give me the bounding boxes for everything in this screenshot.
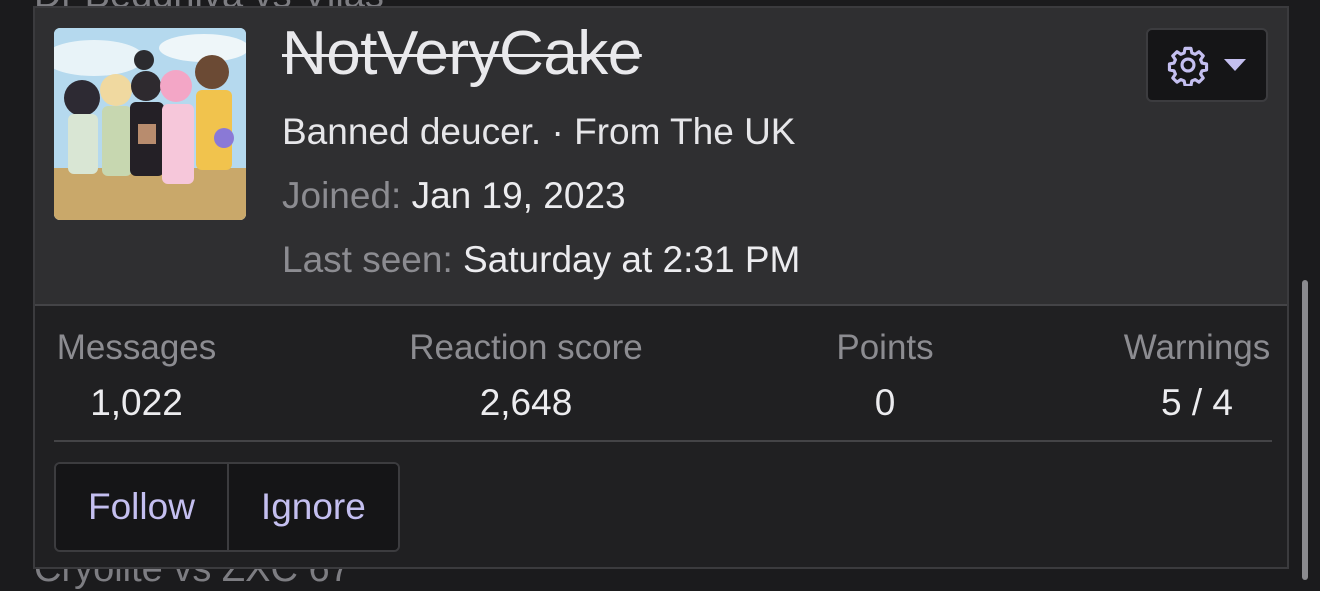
divider	[54, 440, 1272, 442]
follow-button[interactable]: Follow	[56, 464, 227, 550]
stat-value: 5 / 4	[1161, 382, 1233, 423]
stat-label: Points	[836, 328, 934, 367]
username[interactable]: NotVeryCake	[282, 18, 642, 89]
stat-label: Messages	[56, 328, 217, 367]
member-action-buttons: Follow Ignore	[54, 462, 400, 552]
stat-value: 1,022	[90, 382, 183, 423]
stat-label: Warnings	[1123, 328, 1271, 367]
joined-value: Jan 19, 2023	[411, 175, 626, 216]
member-settings-button[interactable]	[1146, 28, 1268, 102]
caret-down-icon	[1224, 59, 1246, 71]
joined-row: Joined: Jan 19, 2023	[282, 175, 626, 217]
stat-messages[interactable]: Messages 1,022	[54, 328, 219, 424]
last-seen-value: Saturday at 2:31 PM	[463, 239, 801, 280]
avatar-illustration	[54, 28, 246, 220]
last-seen-row: Last seen: Saturday at 2:31 PM	[282, 239, 800, 281]
stat-points: Points 0	[825, 328, 945, 424]
member-header: NotVeryCake Banned deucer. · From The UK…	[35, 8, 1287, 306]
last-seen-label: Last seen:	[282, 239, 453, 280]
scrollbar-thumb[interactable]	[1302, 280, 1308, 580]
stat-reaction-score: Reaction score 2,648	[405, 328, 647, 424]
user-tagline: Banned deucer. · From The UK	[282, 111, 796, 152]
stat-value: 2,648	[479, 382, 573, 423]
joined-label: Joined:	[282, 175, 402, 216]
stat-value: 0	[874, 382, 896, 423]
stat-label: Reaction score	[409, 328, 643, 367]
member-tooltip-card: NotVeryCake Banned deucer. · From The UK…	[33, 6, 1289, 569]
member-stats: Messages 1,022 Reaction score 2,648 Poin…	[35, 306, 1287, 446]
gear-icon	[1167, 46, 1209, 86]
stat-warnings[interactable]: Warnings 5 / 4	[1121, 328, 1273, 424]
avatar[interactable]	[54, 28, 246, 220]
ignore-button[interactable]: Ignore	[226, 464, 398, 550]
